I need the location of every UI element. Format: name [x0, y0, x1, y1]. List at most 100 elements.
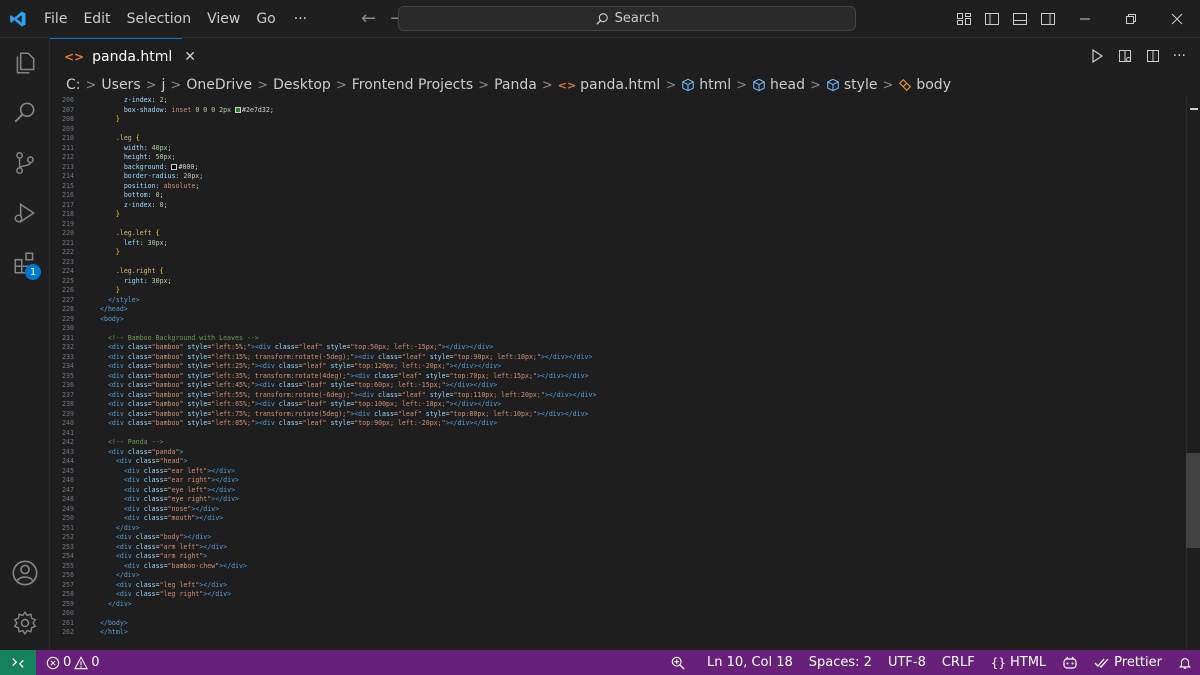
close-window-button[interactable]: [1154, 0, 1200, 38]
code-line[interactable]: 229 <body>: [50, 315, 1180, 325]
breadcrumb-drive[interactable]: C:: [66, 77, 81, 93]
code-line[interactable]: 228 </head>: [50, 305, 1180, 315]
menu-selection[interactable]: Selection: [119, 0, 200, 38]
prettier-status[interactable]: Prettier: [1086, 655, 1170, 670]
language-mode[interactable]: {} HTML: [983, 655, 1054, 670]
run-and-debug-icon[interactable]: [0, 188, 50, 238]
code-line[interactable]: 262 </html>: [50, 628, 1180, 638]
code-line[interactable]: 210 .leg {: [50, 134, 1180, 144]
code-line[interactable]: 222 }: [50, 248, 1180, 258]
code-line[interactable]: 211 width: 40px;: [50, 144, 1180, 154]
code-line[interactable]: 255 <div class="bamboo-chew"></div>: [50, 562, 1180, 572]
breadcrumb-users[interactable]: Users: [101, 77, 140, 93]
code-line[interactable]: 241: [50, 429, 1180, 439]
code-line[interactable]: 207 box-shadow: inset 0 0 0 2px #2e7d32;: [50, 106, 1180, 116]
code-line[interactable]: 244 <div class="head">: [50, 457, 1180, 467]
breadcrumb-desktop[interactable]: Desktop: [273, 77, 331, 93]
code-line[interactable]: 214 border-radius: 20px;: [50, 172, 1180, 182]
code-line[interactable]: 248 <div class="eye right"></div>: [50, 495, 1180, 505]
run-file-icon[interactable]: [1089, 48, 1105, 64]
extensions-icon[interactable]: 1: [0, 238, 50, 288]
tab-panda-html[interactable]: <> panda.html ✕: [50, 38, 196, 74]
code-line[interactable]: 216 bottom: 0;: [50, 191, 1180, 201]
breadcrumb-symbol-style[interactable]: style: [826, 77, 877, 93]
breadcrumb-symbol-html[interactable]: html: [681, 77, 731, 93]
end-of-line[interactable]: CRLF: [934, 655, 983, 670]
code-line[interactable]: 252 <div class="body"></div>: [50, 533, 1180, 543]
notifications-bell-icon[interactable]: [1170, 656, 1200, 670]
minimize-button[interactable]: [1062, 0, 1108, 38]
code-line[interactable]: 234 <div class="bamboo" style="left:25%;…: [50, 362, 1180, 372]
editor-vertical-scrollbar[interactable]: [1186, 96, 1200, 650]
code-line[interactable]: 246 <div class="ear right"></div>: [50, 476, 1180, 486]
menu-edit[interactable]: Edit: [75, 0, 118, 38]
menu-more-button[interactable]: ···: [284, 11, 317, 27]
breadcrumb-frontend-projects[interactable]: Frontend Projects: [352, 77, 473, 93]
code-line[interactable]: 227 </style>: [50, 296, 1180, 306]
restore-button[interactable]: [1108, 0, 1154, 38]
code-line[interactable]: 238 <div class="bamboo" style="left:65%;…: [50, 400, 1180, 410]
code-line[interactable]: 220 .leg.left {: [50, 229, 1180, 239]
code-line[interactable]: 209: [50, 125, 1180, 135]
code-line[interactable]: 236 <div class="bamboo" style="left:45%;…: [50, 381, 1180, 391]
code-editor[interactable]: 206 z-index: 2; 207 box-shadow: inset 0 0…: [50, 96, 1200, 650]
breadcrumb-panda-folder[interactable]: Panda: [494, 77, 537, 93]
scrollbar-thumb[interactable]: [1186, 453, 1200, 548]
code-line[interactable]: 208 }: [50, 115, 1180, 125]
breadcrumb-symbol-body[interactable]: body: [898, 77, 951, 93]
code-line[interactable]: 237 <div class="bamboo" style="left:55%;…: [50, 391, 1180, 401]
code-line[interactable]: 215 position: absolute;: [50, 182, 1180, 192]
open-preview-icon[interactable]: [1117, 48, 1133, 64]
breadcrumb-symbol-head[interactable]: head: [752, 77, 805, 93]
code-line[interactable]: 225 right: 30px;: [50, 277, 1180, 287]
code-line[interactable]: 232 <div class="bamboo" style="left:5%;"…: [50, 343, 1180, 353]
accounts-icon[interactable]: [0, 548, 50, 598]
toggle-primary-sidebar-icon[interactable]: [978, 0, 1006, 38]
code-line[interactable]: 260: [50, 609, 1180, 619]
source-control-icon[interactable]: [0, 138, 50, 188]
more-actions-button[interactable]: ···: [1173, 48, 1186, 64]
code-line[interactable]: 226 }: [50, 286, 1180, 296]
menu-view[interactable]: View: [199, 0, 248, 38]
code-line[interactable]: 224 .leg.right {: [50, 267, 1180, 277]
zoom-indicator[interactable]: [663, 656, 699, 670]
code-line[interactable]: 212 height: 50px;: [50, 153, 1180, 163]
breadcrumb-file[interactable]: <> panda.html: [558, 77, 661, 93]
code-line[interactable]: 258 <div class="leg right"></div>: [50, 590, 1180, 600]
code-line[interactable]: 233 <div class="bamboo" style="left:15%;…: [50, 353, 1180, 363]
code-line[interactable]: 219: [50, 220, 1180, 230]
problems-indicator[interactable]: 0 0: [36, 655, 100, 670]
code-line[interactable]: 247 <div class="eye left"></div>: [50, 486, 1180, 496]
search-icon[interactable]: [0, 88, 50, 138]
cursor-position[interactable]: Ln 10, Col 18: [699, 655, 801, 670]
settings-gear-icon[interactable]: [0, 598, 50, 648]
code-line[interactable]: 251 </div>: [50, 524, 1180, 534]
encoding[interactable]: UTF-8: [880, 655, 934, 670]
code-line[interactable]: 249 <div class="nose"></div>: [50, 505, 1180, 515]
code-line[interactable]: 230: [50, 324, 1180, 334]
menu-file[interactable]: File: [36, 0, 75, 38]
code-line[interactable]: 242 <!-- Panda -->: [50, 438, 1180, 448]
copilot-icon[interactable]: [1054, 656, 1086, 670]
code-line[interactable]: 253 <div class="arm left"></div>: [50, 543, 1180, 553]
code-line[interactable]: 213 background: #000;: [50, 163, 1180, 173]
indentation[interactable]: Spaces: 2: [801, 655, 880, 670]
code-line[interactable]: 206 z-index: 2;: [50, 96, 1180, 106]
command-center-search[interactable]: Search: [398, 6, 856, 31]
code-line[interactable]: 240 <div class="bamboo" style="left:85%;…: [50, 419, 1180, 429]
code-line[interactable]: 254 <div class="arm right">: [50, 552, 1180, 562]
explorer-icon[interactable]: [0, 38, 50, 88]
back-arrow-icon[interactable]: ←: [361, 8, 376, 29]
customize-layout-icon[interactable]: [950, 0, 978, 38]
code-line[interactable]: 256 </div>: [50, 571, 1180, 581]
code-line[interactable]: 235 <div class="bamboo" style="left:35%;…: [50, 372, 1180, 382]
remote-indicator[interactable]: [0, 650, 36, 675]
code-line[interactable]: 218 }: [50, 210, 1180, 220]
code-line[interactable]: 223: [50, 258, 1180, 268]
menu-go[interactable]: Go: [248, 0, 283, 38]
code-line[interactable]: 231 <!-- Bamboo Background with Leaves -…: [50, 334, 1180, 344]
code-line[interactable]: 250 <div class="mouth"></div>: [50, 514, 1180, 524]
split-editor-icon[interactable]: [1145, 48, 1161, 64]
toggle-secondary-sidebar-icon[interactable]: [1034, 0, 1062, 38]
code-line[interactable]: 217 z-index: 0;: [50, 201, 1180, 211]
